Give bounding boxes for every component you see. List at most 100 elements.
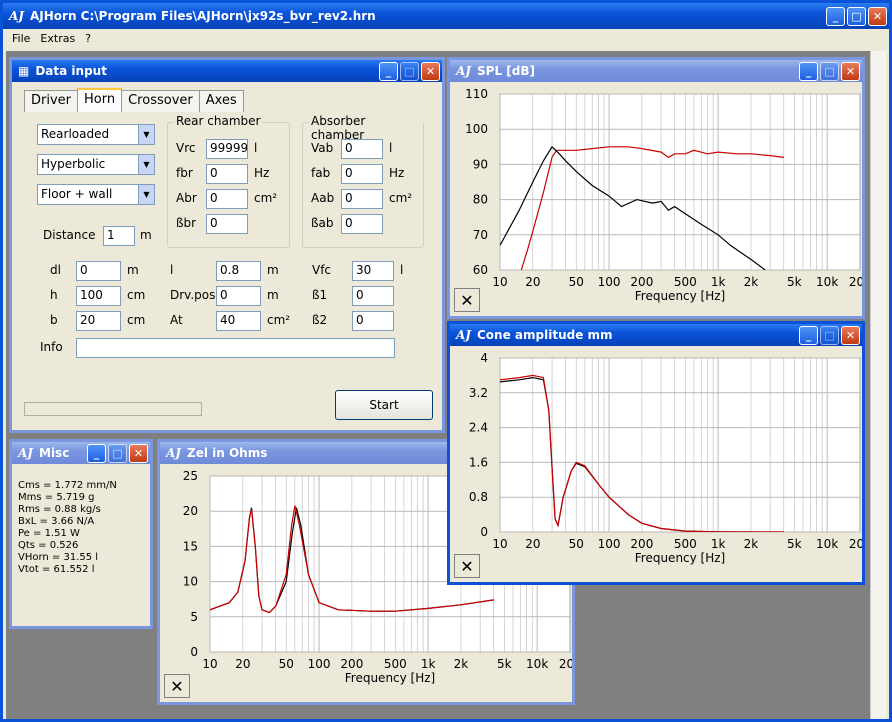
close-icon[interactable]: ✕ [868, 6, 887, 26]
tab-driver[interactable]: Driver [24, 90, 79, 112]
param-0-1-unit: m [267, 263, 279, 277]
app-logo-icon: AJ [456, 64, 471, 78]
minimize-icon[interactable]: _ [799, 325, 818, 345]
x-tick-label: 20 [525, 537, 540, 551]
close-icon[interactable]: ✕ [129, 443, 148, 463]
param-2-0-label: b [50, 313, 58, 327]
close-icon[interactable]: ✕ [841, 61, 860, 81]
y-tick-label: 70 [473, 228, 488, 242]
x-tick-label: 2k [454, 657, 469, 671]
placement-select[interactable]: Floor + wall ▼ [37, 184, 155, 205]
y-tick-label: 0 [190, 645, 198, 659]
param-1-0-label: h [50, 288, 58, 302]
close-icon[interactable]: ✕ [841, 325, 860, 345]
param-0-1-input[interactable]: 0.8 [216, 261, 261, 281]
data-input-window: ▦ Data input _ □ ✕ Driver Horn Crossover… [9, 57, 445, 433]
x-tick-label: 10 [492, 275, 507, 289]
horn-type-select[interactable]: Rearloaded ▼ [37, 124, 155, 145]
main-titlebar[interactable]: AJ AJHorn C:\Program Files\AJHorn\jx92s_… [3, 3, 889, 29]
param-1-0-unit: cm [127, 288, 146, 302]
x-tick-label: 200 [630, 275, 653, 289]
param-2-1-input[interactable]: 40 [216, 311, 261, 331]
x-tick-label: 10k [816, 275, 838, 289]
cone-titlebar[interactable]: AJ Cone amplitude mm _ □ ✕ [450, 324, 862, 346]
x-tick-label: 5k [497, 657, 512, 671]
param-1-0-input[interactable]: 100 [76, 286, 121, 306]
minimize-icon[interactable]: _ [799, 61, 818, 81]
rear-0-unit: l [254, 141, 258, 155]
x-tick-label: 200 [340, 657, 363, 671]
close-icon[interactable]: ✕ [421, 61, 440, 81]
close-chart-icon[interactable]: ✕ [164, 674, 190, 698]
rear-1-unit: Hz [254, 166, 270, 180]
menu-file[interactable]: File [12, 32, 30, 50]
y-tick-label: 4 [480, 351, 488, 365]
rear-2-input[interactable]: 0 [206, 189, 248, 209]
rear-1-input[interactable]: 0 [206, 164, 248, 184]
x-tick-label: 50 [569, 537, 584, 551]
misc-titlebar[interactable]: AJ Misc _ □ ✕ [12, 442, 150, 464]
minimize-icon[interactable]: _ [87, 443, 106, 463]
minimize-icon[interactable]: _ [826, 6, 845, 26]
menu-help[interactable]: ? [85, 32, 91, 50]
x-tick-label: 500 [674, 275, 697, 289]
menu-bar: File Extras ? [6, 32, 886, 50]
x-tick-label: 20 [235, 657, 250, 671]
misc-line: Cms = 1.772 mm/N [18, 480, 117, 491]
flare-value: Hyperbolic [41, 157, 106, 171]
window-title: AJHorn C:\Program Files\AJHorn\jx92s_bvr… [30, 9, 376, 23]
close-chart-icon[interactable]: ✕ [454, 288, 480, 312]
x-tick-label: 1k [711, 537, 726, 551]
misc-line: Pe = 1.51 W [18, 528, 80, 539]
param-2-0-input[interactable]: 20 [76, 311, 121, 331]
x-tick-label: 10 [202, 657, 217, 671]
param-2-2-input[interactable]: 0 [352, 311, 394, 331]
start-button[interactable]: Start [335, 390, 433, 420]
menu-extras[interactable]: Extras [40, 32, 75, 50]
maximize-icon[interactable]: □ [847, 6, 866, 26]
param-1-2-label: ß1 [312, 288, 328, 302]
data-input-titlebar[interactable]: ▦ Data input _ □ ✕ [12, 60, 442, 82]
rear-3-input[interactable]: 0 [206, 214, 248, 234]
spl-titlebar[interactable]: AJ SPL [dB] _ □ ✕ [450, 60, 862, 82]
absorber-0-input[interactable]: 0 [341, 139, 383, 159]
param-0-2-input[interactable]: 30 [352, 261, 394, 281]
tab-crossover[interactable]: Crossover [121, 90, 200, 112]
flare-select[interactable]: Hyperbolic ▼ [37, 154, 155, 175]
cone-chart: 0 0.8 1.6 2.4 3.2 4 10 20 50 100 200 500 1k 2k 5k 10k 20… [469, 351, 862, 565]
y-tick-label: 20 [183, 504, 198, 518]
absorber-3-input[interactable]: 0 [341, 214, 383, 234]
y-tick-label: 80 [473, 193, 488, 207]
y-tick-label: 15 [183, 539, 198, 553]
info-input[interactable] [76, 338, 395, 358]
param-1-2-input[interactable]: 0 [352, 286, 394, 306]
tab-axes[interactable]: Axes [198, 90, 244, 112]
param-1-1-input[interactable]: 0 [216, 286, 261, 306]
distance-input[interactable]: 1 [103, 226, 135, 246]
x-tick-label: 5k [787, 537, 802, 551]
close-chart-icon[interactable]: ✕ [454, 554, 480, 578]
param-2-0-unit: cm [127, 313, 146, 327]
tab-strip: Driver Horn Crossover Axes [24, 88, 244, 112]
spl-title: SPL [dB] [477, 64, 535, 78]
absorber-1-input[interactable]: 0 [341, 164, 383, 184]
x-tick-label: 100 [598, 275, 621, 289]
param-0-2-unit: l [400, 263, 404, 277]
rear-0-label: Vrc [176, 141, 196, 155]
tab-horn[interactable]: Horn [77, 88, 123, 112]
absorber-3-label: ßab [311, 216, 334, 230]
misc-window: AJ Misc _ □ ✕ Cms = 1.772 mm/N Mms = 5.71… [9, 439, 153, 629]
x-tick-label: 2k [744, 275, 759, 289]
y-tick-label: 1.6 [469, 455, 488, 469]
absorber-2-input[interactable]: 0 [341, 189, 383, 209]
param-0-0-input[interactable]: 0 [76, 261, 121, 281]
misc-title: Misc [39, 446, 70, 460]
app-logo-icon: AJ [456, 328, 471, 342]
x-tick-label: 20k [849, 537, 862, 551]
y-tick-label: 0 [480, 525, 488, 539]
misc-line: Rms = 0.88 kg/s [18, 504, 101, 515]
minimize-icon[interactable]: _ [379, 61, 398, 81]
x-tick-label: 500 [384, 657, 407, 671]
vertical-scrollbar[interactable] [870, 51, 886, 719]
rear-0-input[interactable]: 99999 [206, 139, 248, 159]
